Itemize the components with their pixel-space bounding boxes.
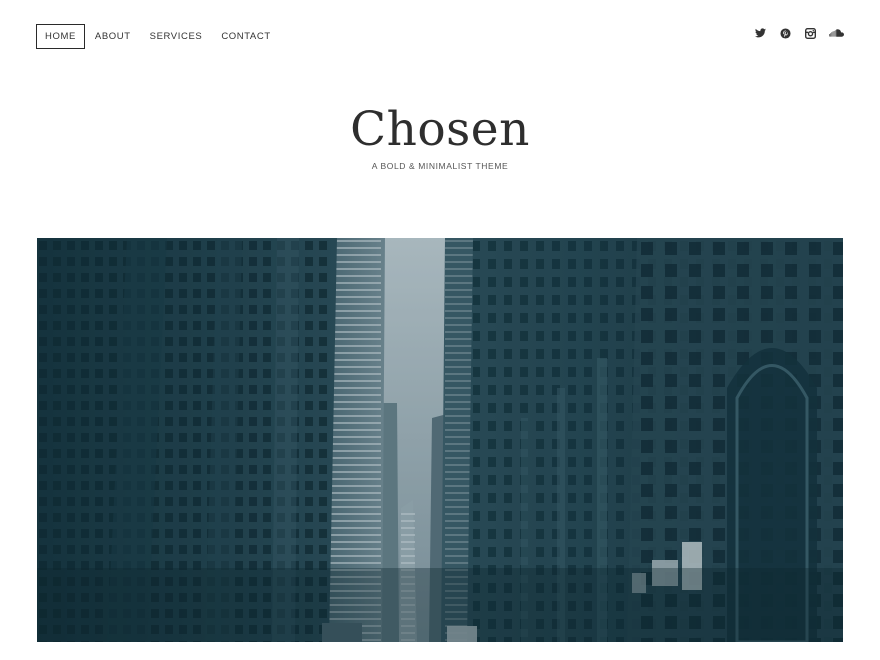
nav-item-home[interactable]: HOME	[36, 24, 85, 49]
site-title[interactable]: Chosen	[0, 100, 880, 160]
hero-image	[37, 238, 843, 642]
site-branding: Chosen A BOLD & MINIMALIST THEME	[0, 100, 880, 171]
soundcloud-icon[interactable]	[828, 26, 844, 40]
instagram-icon[interactable]	[803, 26, 817, 40]
twitter-icon[interactable]	[753, 26, 767, 40]
nav-item-contact[interactable]: CONTACT	[221, 24, 270, 49]
nav-item-about[interactable]: ABOUT	[95, 24, 131, 49]
main-navigation: HOME ABOUT SERVICES CONTACT	[36, 24, 290, 49]
pinterest-icon[interactable]	[778, 26, 792, 40]
site-tagline: A BOLD & MINIMALIST THEME	[371, 161, 509, 171]
nav-item-services[interactable]: SERVICES	[150, 24, 203, 49]
social-links	[742, 26, 844, 40]
